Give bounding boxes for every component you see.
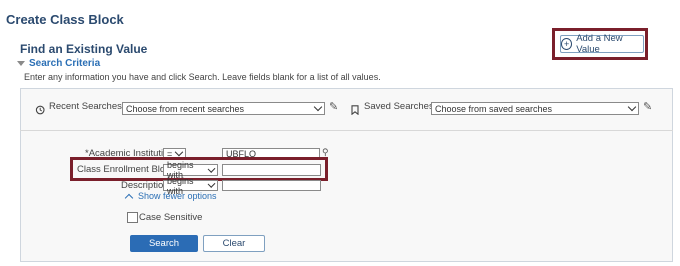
case-sensitive-checkbox[interactable]: [127, 212, 138, 223]
history-icon: [35, 102, 45, 114]
chevron-down-icon: [174, 147, 184, 157]
recent-searches-select[interactable]: Choose from recent searches: [122, 102, 325, 115]
recent-searches-value: Choose from recent searches: [126, 103, 245, 114]
find-existing-title: Find an Existing Value: [20, 42, 148, 56]
bookmark-icon: [351, 102, 359, 115]
show-fewer-label: Show fewer options: [138, 191, 217, 201]
chevron-down-icon: [207, 164, 216, 173]
edit-saved-icon[interactable]: ✎: [643, 100, 652, 113]
case-sensitive-label: Case Sensitive: [139, 212, 203, 223]
collapse-triangle-icon: [17, 61, 25, 66]
chevron-down-icon: [207, 180, 216, 188]
chevron-down-icon: [627, 102, 637, 112]
recent-searches-label: Recent Searches: [49, 101, 122, 112]
saved-searches-value: Choose from saved searches: [435, 103, 553, 114]
class-enrollment-block-operator[interactable]: begins with: [163, 160, 218, 180]
description-operator[interactable]: begins with: [163, 176, 218, 196]
class-enrollment-block-input[interactable]: [222, 164, 321, 176]
search-criteria-label: Search Criteria: [29, 58, 101, 69]
recent-searches-group: Recent Searches: [35, 101, 122, 114]
page-title: Create Class Block: [6, 12, 124, 27]
chevron-down-icon: [313, 102, 323, 112]
search-criteria-toggle[interactable]: Search Criteria: [17, 58, 100, 69]
edit-recent-icon[interactable]: ✎: [329, 100, 338, 113]
class-enrollment-block-label: Class Enrollment Block: [77, 164, 175, 175]
saved-searches-label: Saved Searches: [364, 101, 434, 112]
plus-circle-icon: +: [561, 38, 573, 50]
description-input[interactable]: [222, 180, 321, 191]
add-new-value-label: Add a New Value: [576, 33, 623, 55]
chevron-up-icon: [124, 193, 134, 202]
description-label: Description: [121, 180, 169, 191]
saved-searches-group: Saved Searches: [351, 101, 434, 115]
saved-searches-select[interactable]: Choose from saved searches: [431, 102, 639, 115]
search-instructions: Enter any information you have and click…: [24, 72, 381, 82]
show-fewer-options-link[interactable]: Show fewer options: [124, 191, 217, 202]
add-new-value-button[interactable]: + Add a New Value: [560, 33, 644, 55]
search-button[interactable]: Search: [130, 235, 198, 252]
clear-button[interactable]: Clear: [203, 235, 265, 252]
